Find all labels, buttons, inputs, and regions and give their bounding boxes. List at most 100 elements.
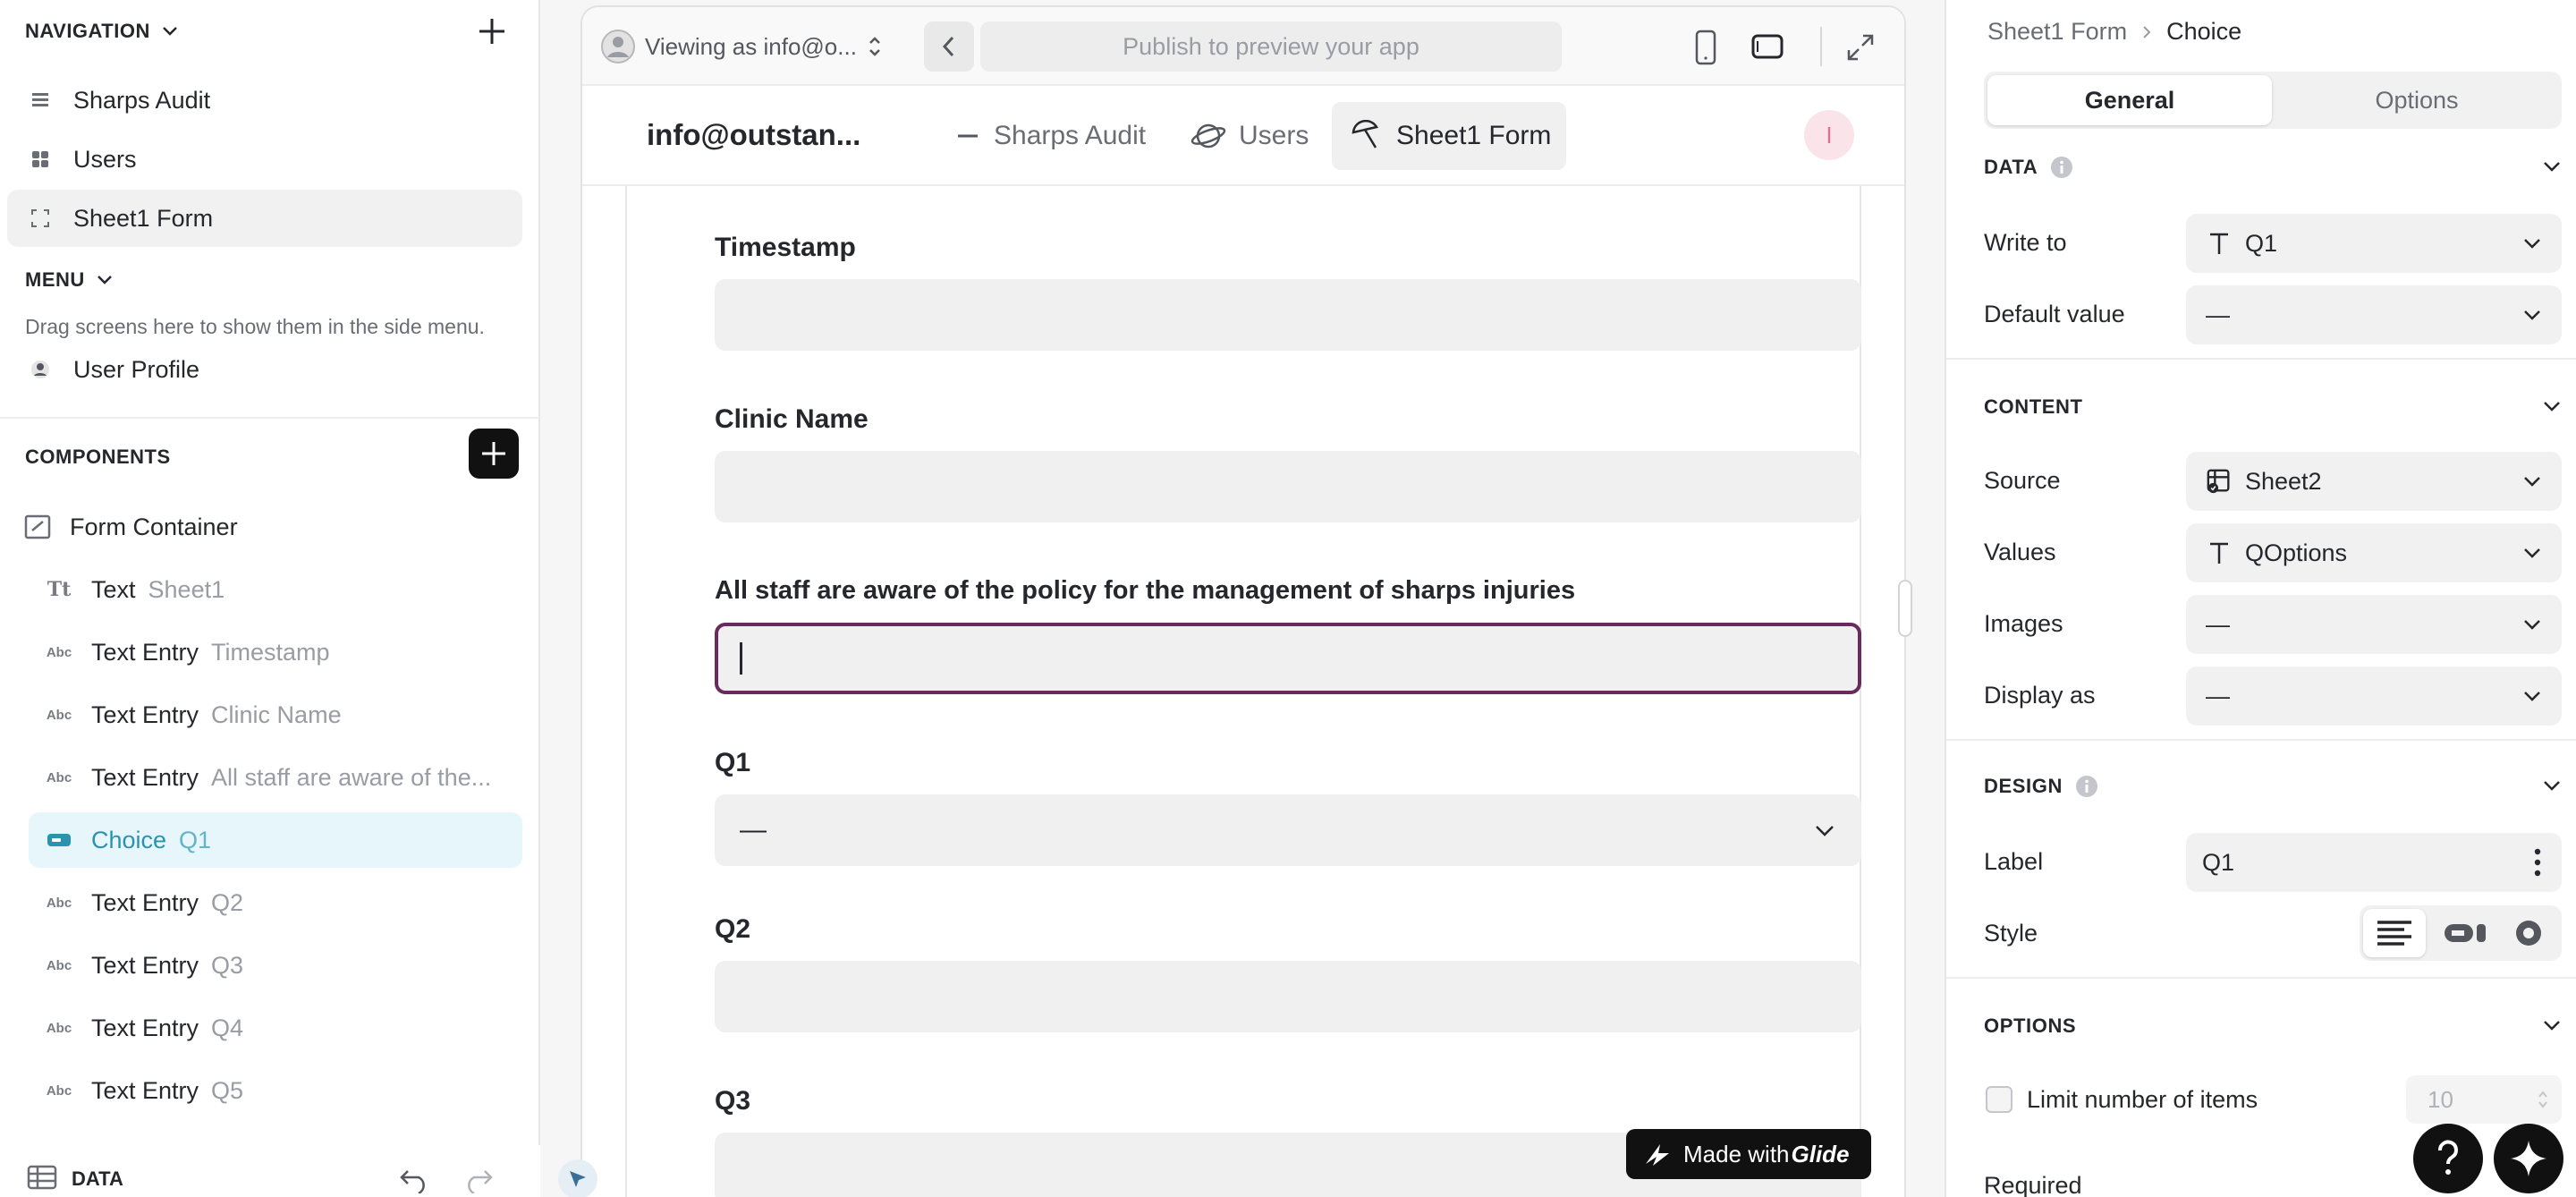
component-choice[interactable]: Choice Q1 xyxy=(29,812,522,868)
text-entry-icon: Abc xyxy=(46,895,72,911)
source-select[interactable]: Sheet2 xyxy=(2186,452,2562,511)
undo-icon[interactable] xyxy=(397,1167,431,1193)
q1-choice-dropdown[interactable]: — xyxy=(715,794,1861,866)
values-select[interactable]: QOptions xyxy=(2186,523,2562,582)
menu-heading[interactable]: MENU xyxy=(25,268,114,292)
redo-icon[interactable] xyxy=(462,1167,496,1193)
viewing-as-selector[interactable]: Viewing as info@o... xyxy=(600,27,884,66)
user-avatar-icon xyxy=(601,30,635,64)
values-label: Values xyxy=(1984,539,2056,565)
q2-input[interactable] xyxy=(715,961,1861,1032)
display-as-select[interactable]: — xyxy=(2186,666,2562,726)
limit-items-label: Limit number of items xyxy=(2027,1086,2258,1113)
avatar[interactable]: I xyxy=(1804,110,1854,160)
component-text-entry[interactable]: Abc Text Entry Clinic Name xyxy=(29,687,522,743)
data-tab-label[interactable]: DATA xyxy=(72,1167,123,1191)
made-with-glide-badge[interactable]: Made with Glide xyxy=(1626,1129,1871,1179)
default-value-select[interactable]: — xyxy=(2186,285,2562,344)
data-table-icon[interactable] xyxy=(27,1165,57,1190)
clinic-name-input[interactable] xyxy=(715,451,1861,522)
text-entry-icon: Abc xyxy=(46,1082,72,1099)
field-label: Q2 xyxy=(715,914,751,944)
preview-url-bar[interactable]: Publish to preview your app xyxy=(980,21,1562,72)
cursor-icon xyxy=(570,1171,586,1187)
staff-policy-input[interactable] xyxy=(715,623,1861,694)
breadcrumb: Sheet1 Form Choice xyxy=(1987,18,2241,46)
write-to-select[interactable]: Q1 xyxy=(2186,214,2562,273)
back-button[interactable] xyxy=(924,21,974,72)
tab-users[interactable]: Users xyxy=(1176,109,1323,163)
component-text-entry[interactable]: Abc Text Entry Q2 xyxy=(29,875,522,930)
chevron-down-icon xyxy=(2524,548,2540,558)
choice-value: — xyxy=(740,815,767,845)
select-tool-button[interactable] xyxy=(558,1159,597,1197)
chevron-down-icon[interactable] xyxy=(2542,399,2562,413)
expand-icon[interactable] xyxy=(1845,32,1876,63)
chevron-down-icon xyxy=(1816,826,1834,836)
style-list-option[interactable] xyxy=(2363,909,2426,957)
tablet-view-icon[interactable] xyxy=(1750,32,1784,61)
choice-icon xyxy=(45,833,73,847)
table-icon xyxy=(27,90,54,110)
images-label: Images xyxy=(1984,610,2063,637)
navigation-heading[interactable]: NAVIGATION xyxy=(25,20,179,43)
list-lines-icon xyxy=(2377,921,2411,946)
component-text-entry[interactable]: Abc Text Entry Q4 xyxy=(29,1000,522,1056)
sheet-icon xyxy=(2206,467,2233,496)
menu-item-user-profile[interactable]: User Profile xyxy=(7,341,522,398)
text-entry-icon: Abc xyxy=(46,1020,72,1036)
tab-sharps-audit[interactable]: Sharps Audit xyxy=(940,109,1160,163)
sparkle-icon xyxy=(2511,1141,2546,1176)
add-component-button[interactable] xyxy=(469,429,519,479)
options-section-heading[interactable]: OPTIONS xyxy=(1984,1014,2076,1038)
app-title: info@outstan... xyxy=(647,118,861,151)
component-text-entry[interactable]: Abc Text Entry Q3 xyxy=(29,938,522,993)
label-input[interactable]: Q1 xyxy=(2186,833,2562,892)
chevron-down-icon[interactable] xyxy=(2542,1018,2562,1032)
component-text[interactable]: Tt Text Sheet1 xyxy=(29,562,522,617)
nav-item-sharps-audit[interactable]: Sharps Audit xyxy=(7,72,522,129)
add-screen-icon[interactable] xyxy=(477,16,507,47)
timestamp-input[interactable] xyxy=(715,279,1861,351)
field-label: Timestamp xyxy=(715,233,856,262)
phone-view-icon[interactable] xyxy=(1693,29,1718,66)
nav-item-users[interactable]: Users xyxy=(7,131,522,188)
tab-options[interactable]: Options xyxy=(2275,75,2558,125)
component-form-container[interactable]: Form Container xyxy=(7,499,522,555)
component-text-entry[interactable]: Abc Text Entry Q5 xyxy=(29,1063,522,1118)
field-label: Q1 xyxy=(715,748,751,777)
more-vertical-icon[interactable] xyxy=(2533,847,2542,878)
ai-assistant-button[interactable] xyxy=(2494,1124,2563,1193)
chevron-down-icon xyxy=(2524,620,2540,630)
chevron-down-icon[interactable] xyxy=(2542,159,2562,174)
design-section-heading[interactable]: DESIGN xyxy=(1984,775,2098,798)
chevron-down-icon[interactable] xyxy=(2542,778,2562,793)
umbrella-icon xyxy=(1352,120,1378,149)
field-label: Q3 xyxy=(715,1086,751,1116)
panel-tabs: General Options xyxy=(1984,72,2562,129)
help-button[interactable] xyxy=(2413,1124,2483,1193)
limit-items-number-input[interactable]: 10 xyxy=(2406,1075,2562,1124)
content-section-heading[interactable]: CONTENT xyxy=(1984,395,2083,419)
component-text-entry[interactable]: Abc Text Entry Timestamp xyxy=(29,624,522,680)
divider xyxy=(1946,358,2576,360)
tab-sheet1-form[interactable]: Sheet1 Form xyxy=(1332,102,1566,170)
style-segmented-control xyxy=(2360,905,2562,961)
limit-items-checkbox[interactable] xyxy=(1986,1086,2012,1113)
text-entry-icon: Abc xyxy=(46,707,72,723)
nav-item-sheet1-form[interactable]: Sheet1 Form xyxy=(7,190,522,247)
tab-general[interactable]: General xyxy=(1987,75,2272,125)
chevron-down-icon xyxy=(97,276,112,284)
text-column-icon xyxy=(2206,231,2233,256)
form-icon xyxy=(27,208,54,228)
required-label: Required xyxy=(1984,1172,2082,1197)
style-radio-option[interactable] xyxy=(2499,909,2558,957)
resize-handle[interactable] xyxy=(1898,580,1912,637)
component-text-entry[interactable]: Abc Text Entry All staff are aware of th… xyxy=(29,750,522,805)
breadcrumb-parent[interactable]: Sheet1 Form xyxy=(1987,18,2127,46)
menu-hint: Drag screens here to show them in the si… xyxy=(25,315,485,338)
updown-chevron-icon xyxy=(869,37,880,56)
data-section-heading[interactable]: DATA xyxy=(1984,156,2073,179)
style-chips-option[interactable] xyxy=(2433,909,2496,957)
images-select[interactable]: — xyxy=(2186,595,2562,654)
